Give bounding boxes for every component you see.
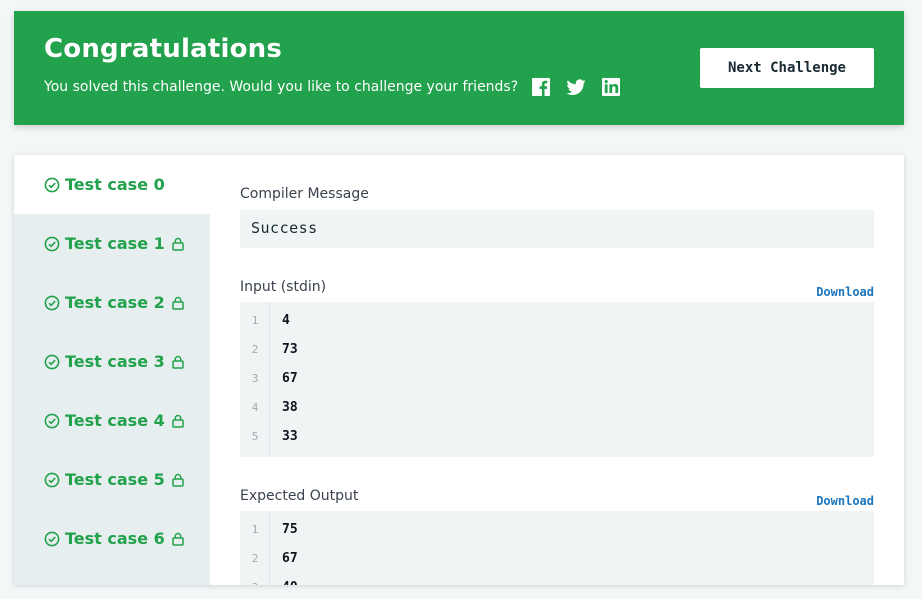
lock-icon — [165, 296, 185, 310]
line-number: 5 — [251, 430, 259, 443]
check-circle-icon — [44, 413, 65, 429]
line-value: 40 — [282, 580, 298, 585]
tab-label: Test case 3 — [65, 352, 165, 371]
test-results-panel: Test case 0 Test case 1 Test case 2 Test ca… — [14, 155, 904, 585]
line-value: 67 — [282, 371, 298, 386]
check-circle-icon — [44, 472, 65, 488]
tab-test-case-3[interactable]: Test case 3 — [14, 332, 210, 391]
social-share-links — [531, 77, 636, 97]
compiler-message-value: Success — [240, 210, 874, 248]
code-line: 2 73 — [240, 336, 874, 365]
expected-output-code-box: 1 75 2 67 3 40 — [240, 511, 874, 585]
code-line: 3 40 — [240, 574, 874, 585]
line-value: 33 — [282, 429, 298, 444]
input-download-link[interactable]: Download — [816, 285, 874, 299]
line-value: 75 — [282, 522, 298, 537]
test-case-sidebar: Test case 0 Test case 1 Test case 2 Test ca… — [14, 155, 210, 585]
check-circle-icon — [44, 177, 65, 193]
line-number: 3 — [240, 581, 270, 585]
compiler-message-label: Compiler Message — [240, 186, 369, 202]
check-circle-icon — [44, 354, 65, 370]
input-code-box: 1 4 2 73 3 67 4 38 5 33 — [240, 302, 874, 457]
linkedin-icon[interactable] — [601, 77, 621, 97]
check-circle-icon — [44, 531, 65, 547]
tab-label: Test case 0 — [65, 175, 165, 194]
lock-icon — [165, 237, 185, 251]
lock-icon — [165, 355, 185, 369]
check-circle-icon — [44, 236, 65, 252]
line-number: 2 — [251, 343, 259, 356]
banner-subtitle-text: You solved this challenge. Would you lik… — [44, 79, 519, 95]
tab-test-case-0[interactable]: Test case 0 — [14, 155, 210, 214]
lock-icon — [165, 473, 185, 487]
code-line: 2 67 — [240, 545, 874, 574]
line-number: 1 — [251, 523, 259, 536]
tab-label: Test case 6 — [65, 529, 165, 548]
tab-test-case-1[interactable]: Test case 1 — [14, 214, 210, 273]
code-line: 5 33 — [240, 423, 874, 452]
tab-label: Test case 4 — [65, 411, 165, 430]
tab-test-case-2[interactable]: Test case 2 — [14, 273, 210, 332]
tab-label: Test case 2 — [65, 293, 165, 312]
code-line: 3 67 — [240, 365, 874, 394]
line-value: 4 — [282, 313, 290, 328]
check-circle-icon — [44, 295, 65, 311]
line-number: 4 — [251, 401, 259, 414]
tab-test-case-4[interactable]: Test case 4 — [14, 391, 210, 450]
code-line: 1 75 — [240, 516, 874, 545]
line-value: 38 — [282, 400, 298, 415]
line-number: 1 — [251, 314, 259, 327]
tab-label: Test case 1 — [65, 234, 165, 253]
test-case-content: Compiler Message Success Input (stdin) D… — [240, 155, 874, 585]
line-value: 73 — [282, 342, 298, 357]
lock-icon — [165, 532, 185, 546]
expected-output-download-link[interactable]: Download — [816, 494, 874, 508]
banner-subtitle: You solved this challenge. Would you lik… — [44, 77, 636, 97]
input-label: Input (stdin) — [240, 279, 327, 295]
twitter-icon[interactable] — [566, 77, 586, 97]
success-banner: Congratulations You solved this challeng… — [14, 11, 904, 125]
line-value: 67 — [282, 551, 298, 566]
next-challenge-button[interactable]: Next Challenge — [700, 48, 874, 88]
facebook-icon[interactable] — [531, 77, 551, 97]
banner-title: Congratulations — [44, 34, 283, 64]
tab-test-case-5[interactable]: Test case 5 — [14, 450, 210, 509]
code-line: 14 — [240, 307, 874, 336]
tab-label: Test case 5 — [65, 470, 165, 489]
code-line: 4 38 — [240, 394, 874, 423]
line-number: 3 — [251, 372, 259, 385]
lock-icon — [165, 414, 185, 428]
line-number: 2 — [251, 552, 259, 565]
expected-output-label: Expected Output — [240, 488, 359, 504]
tab-test-case-6[interactable]: Test case 6 — [14, 509, 210, 568]
